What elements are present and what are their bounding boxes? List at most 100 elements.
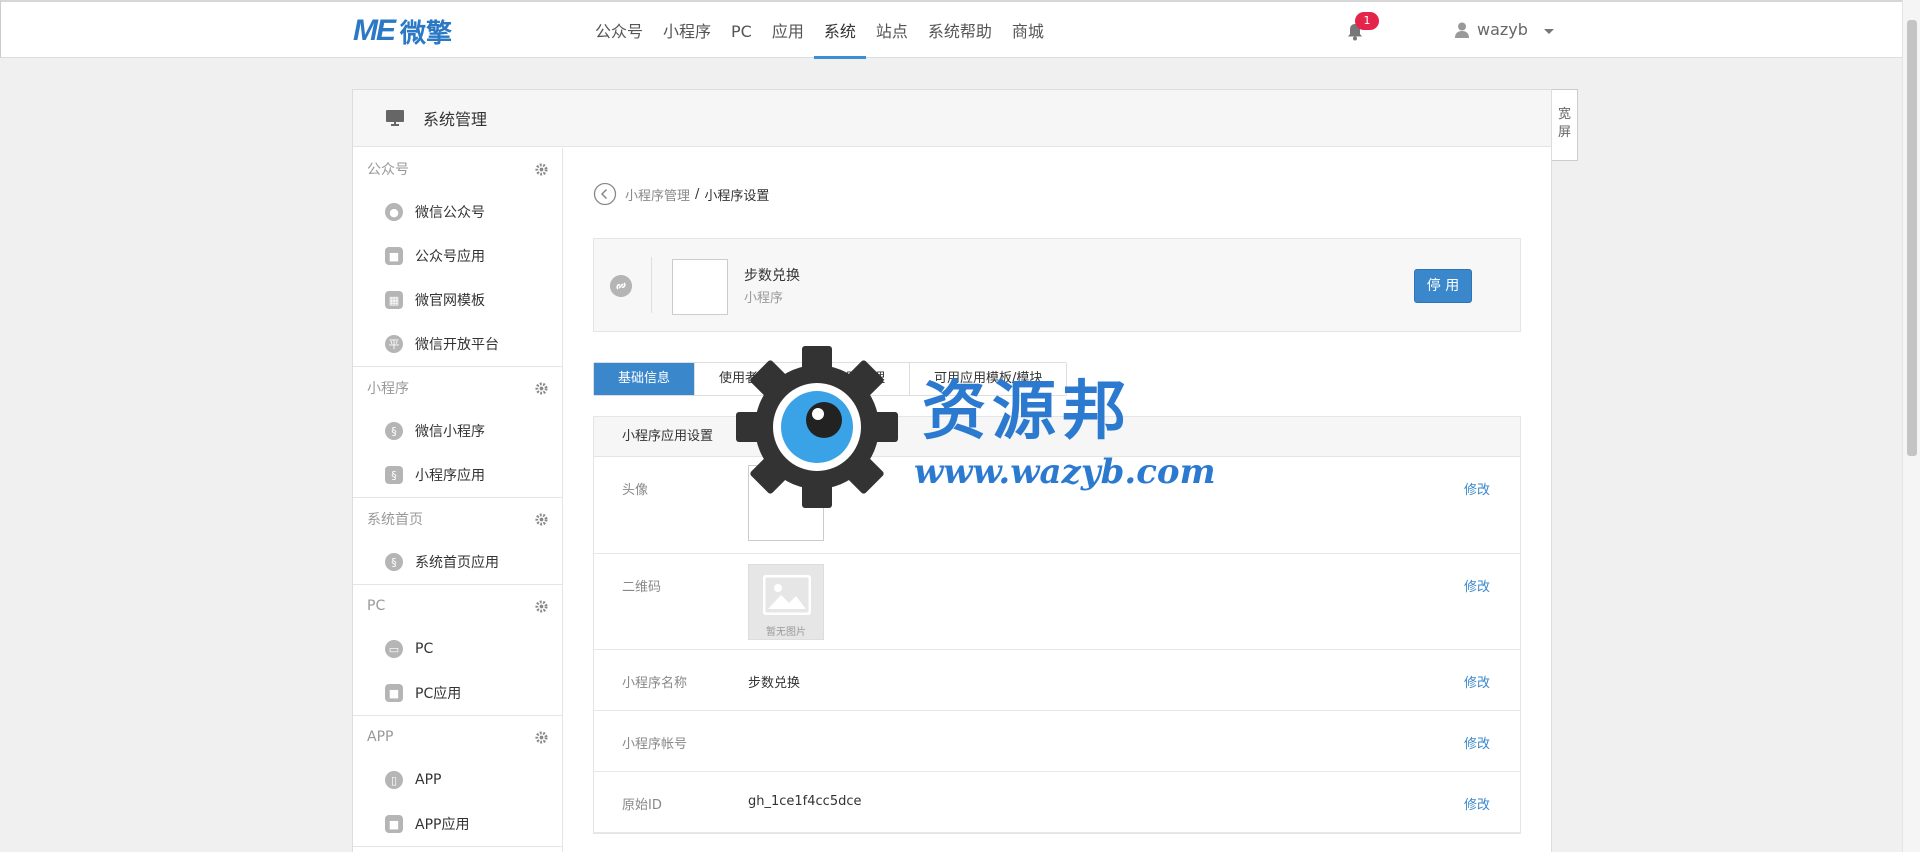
sidebar-item-app[interactable]: ▯ APP	[353, 758, 562, 802]
settings-row-account: 小程序帐号 修改	[594, 711, 1520, 772]
scrollbar-thumb[interactable]	[1907, 20, 1917, 456]
sidebar-group-title: 系统首页	[367, 512, 423, 528]
panel-title: 系统管理	[423, 110, 488, 129]
row-label: 二维码	[622, 580, 662, 595]
sidebar-item-label: 公众号应用	[415, 249, 485, 265]
nav-item-site[interactable]: 站点	[866, 2, 918, 58]
no-image-text: 暂无图片	[766, 627, 806, 638]
sidebar-item-app-apps[interactable]: ■ APP应用	[353, 802, 562, 846]
sidebar-item-label: 微官网模板	[415, 293, 485, 309]
sidebar-group-title: APP	[367, 729, 394, 745]
mini-program-icon: §	[385, 553, 403, 571]
watermark: 资源邦 www.wazyb.com	[736, 346, 1216, 508]
breadcrumb-current: 小程序设置	[704, 188, 770, 204]
wechat-icon: ●	[385, 203, 403, 221]
sidebar-item-label: 微信公众号	[415, 205, 485, 221]
gear-icon[interactable]	[535, 381, 548, 395]
nav-item-mini-program[interactable]: 小程序	[653, 2, 721, 58]
sidebar-group-title: 小程序	[367, 381, 409, 397]
sidebar-item-mini-program-apps[interactable]: § 小程序应用	[353, 453, 562, 497]
edit-avatar-link[interactable]: 修改	[1464, 479, 1490, 498]
nav-item-mall[interactable]: 商城	[1002, 2, 1054, 58]
notification-badge: 1	[1355, 12, 1379, 30]
sidebar-group-header: APP	[353, 716, 562, 758]
sidebar-item-official-apps[interactable]: ■ 公众号应用	[353, 234, 562, 278]
page-scrollbar[interactable]	[1902, 0, 1920, 852]
back-arrow-icon[interactable]	[593, 182, 617, 206]
monitor-icon	[386, 110, 404, 126]
row-label: 头像	[622, 483, 649, 498]
edit-name-link[interactable]: 修改	[1464, 672, 1490, 691]
sidebar-item-open-platform[interactable]: 平 微信开放平台	[353, 322, 562, 366]
platform-icon: 平	[385, 335, 403, 353]
nav-item-system[interactable]: 系统	[813, 2, 866, 59]
sidebar-item-label: PC应用	[415, 686, 462, 702]
edit-qrcode-link[interactable]: 修改	[1464, 576, 1490, 595]
row-label: 小程序名称	[622, 676, 688, 691]
sidebar-group-app: APP ▯ APP ■ APP应用	[353, 716, 562, 847]
breadcrumb: 小程序管理 / 小程序设置	[593, 182, 769, 206]
sidebar-item-label: 系统首页应用	[415, 555, 499, 571]
sidebar-item-wechat-official[interactable]: ● 微信公众号	[353, 190, 562, 234]
gear-icon[interactable]	[535, 162, 548, 176]
sidebar-item-microsite-templates[interactable]: ▦ 微官网模板	[353, 278, 562, 322]
monitor-icon: ▭	[385, 640, 403, 658]
nav-item-apps[interactable]: 应用	[762, 2, 814, 58]
chevron-down-icon	[1543, 28, 1554, 34]
nav-item-pc[interactable]: PC	[721, 2, 762, 58]
sidebar-group-mini-program: 小程序 § 微信小程序 § 小程序应用	[353, 367, 562, 498]
logo-text: 微擎	[400, 18, 453, 49]
nav-item-official-account[interactable]: 公众号	[585, 2, 653, 58]
settings-row-name: 小程序名称 步数兑换 修改	[594, 650, 1520, 711]
sidebar-group-header: PC	[353, 585, 562, 627]
sidebar-item-home-apps[interactable]: § 系统首页应用	[353, 540, 562, 584]
row-label: 小程序帐号	[622, 737, 688, 752]
edit-original-id-link[interactable]: 修改	[1464, 794, 1490, 813]
sidebar-group-header: 公众号	[353, 148, 562, 190]
app-bag-icon: ■	[385, 815, 403, 833]
sidebar-item-label: 小程序应用	[415, 468, 485, 484]
sidebar-group-title: PC	[367, 598, 386, 614]
edit-account-link[interactable]: 修改	[1464, 733, 1490, 752]
sidebar-item-label: 微信小程序	[415, 424, 485, 440]
sidebar: 公众号 ● 微信公众号 ■ 公众号应用 ▦ 微官网模板 平 微信开放平台 小程序…	[353, 148, 563, 852]
image-placeholder-icon	[763, 575, 811, 615]
mini-program-icon: §	[385, 422, 403, 440]
mini-program-name: 步数兑换	[748, 676, 801, 691]
sidebar-item-label: APP	[415, 772, 442, 788]
disable-button[interactable]: 停 用	[1414, 269, 1472, 303]
divider	[651, 257, 652, 313]
panel-header: 系统管理	[353, 90, 1551, 147]
phone-icon: ▯	[385, 771, 403, 789]
gear-icon[interactable]	[535, 512, 548, 526]
sidebar-item-label: APP应用	[415, 817, 470, 833]
sidebar-item-wechat-mini-program[interactable]: § 微信小程序	[353, 409, 562, 453]
logo[interactable]: ME 微擎	[353, 14, 453, 49]
tab-basic-info[interactable]: 基础信息	[594, 363, 696, 395]
app-bag-icon: ■	[385, 247, 403, 265]
sidebar-group-official-account: 公众号 ● 微信公众号 ■ 公众号应用 ▦ 微官网模板 平 微信开放平台	[353, 148, 562, 367]
username: wazyb	[1477, 20, 1528, 39]
settings-row-qrcode: 二维码 暂无图片 修改	[594, 554, 1520, 650]
mini-program-icon	[610, 275, 632, 297]
gear-icon[interactable]	[535, 599, 548, 613]
sidebar-item-label: 微信开放平台	[415, 337, 499, 353]
sidebar-group-title: 公众号	[367, 162, 409, 178]
wide-screen-toggle[interactable]: 宽屏	[1552, 89, 1578, 161]
original-id-value: gh_1ce1f4cc5dce	[748, 794, 862, 809]
app-card: 步数兑换 小程序 停 用	[593, 238, 1521, 332]
app-bag-icon: ■	[385, 684, 403, 702]
template-icon: ▦	[385, 291, 403, 309]
sidebar-item-pc-apps[interactable]: ■ PC应用	[353, 671, 562, 715]
breadcrumb-parent-link[interactable]: 小程序管理	[625, 185, 690, 204]
app-name: 步数兑换	[744, 268, 800, 284]
settings-row-original-id: 原始ID gh_1ce1f4cc5dce 修改	[594, 772, 1520, 833]
nav-item-system-help[interactable]: 系统帮助	[918, 2, 1002, 58]
logo-mark: ME	[353, 14, 396, 47]
sidebar-item-pc[interactable]: ▭ PC	[353, 627, 562, 671]
user-menu[interactable]: wazyb	[1453, 20, 1554, 39]
breadcrumb-separator: /	[695, 186, 700, 202]
app-bag-icon: §	[385, 466, 403, 484]
top-navbar: ME 微擎 公众号 小程序 PC 应用 系统 站点 系统帮助 商城 1 wazy…	[0, 0, 1902, 59]
gear-icon[interactable]	[535, 730, 548, 744]
